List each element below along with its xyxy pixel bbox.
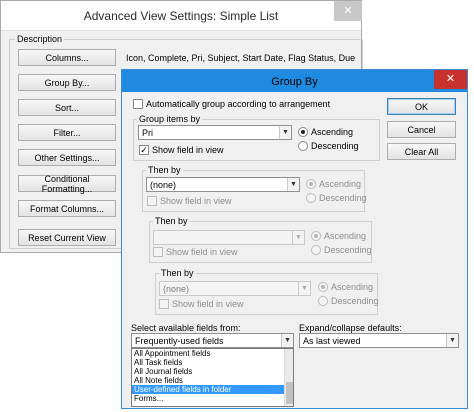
cancel-button[interactable]: Cancel	[387, 121, 456, 138]
descending-radio-1[interactable]	[298, 141, 308, 151]
advanced-close-button[interactable]: ✕	[334, 1, 362, 21]
ascending-label-3: Ascending	[324, 231, 367, 241]
chevron-down-icon[interactable]: ▼	[292, 231, 304, 244]
auto-group-label: Automatically group according to arrange…	[146, 99, 331, 109]
ascending-label-1: Ascending	[311, 127, 354, 137]
descending-label-1: Descending	[311, 141, 359, 151]
show-field-label-4: Show field in view	[172, 299, 244, 309]
chevron-down-icon[interactable]: ▼	[279, 126, 291, 139]
ascending-label-2: Ascending	[319, 179, 362, 189]
descending-label-3: Descending	[324, 245, 372, 255]
description-label: Description	[15, 34, 65, 44]
dropdown-scrollbar[interactable]	[284, 349, 293, 406]
ascending-radio-3[interactable]	[311, 231, 321, 241]
then-by-label-2: Then by	[146, 165, 183, 175]
columns-button[interactable]: Columns...	[18, 49, 116, 66]
select-fields-dropdown-list: All Appointment fields All Task fields A…	[131, 348, 294, 407]
filter-button[interactable]: Filter...	[18, 124, 116, 141]
ascending-radio-2[interactable]	[306, 179, 316, 189]
select-fields-value: Frequently-used fields	[135, 336, 224, 346]
reset-current-view-button[interactable]: Reset Current View	[18, 229, 116, 246]
chevron-down-icon[interactable]: ▼	[281, 334, 293, 347]
descending-radio-4[interactable]	[318, 296, 328, 306]
expand-collapse-value: As last viewed	[303, 336, 361, 346]
group-by-button[interactable]: Group By...	[18, 74, 116, 91]
select-fields-label: Select available fields from:	[131, 323, 241, 333]
dropdown-scroll-thumb[interactable]	[286, 382, 293, 404]
group-by-field-2[interactable]: (none) ▼	[146, 177, 300, 192]
group-by-field-3[interactable]: ▼	[153, 230, 305, 245]
descending-label-4: Descending	[331, 296, 379, 306]
ascending-radio-4[interactable]	[318, 282, 328, 292]
dropdown-option[interactable]: All Appointment fields	[132, 349, 293, 358]
format-columns-button[interactable]: Format Columns...	[18, 200, 116, 217]
show-field-label-2: Show field in view	[160, 196, 232, 206]
ascending-label-4: Ascending	[331, 282, 374, 292]
advanced-dialog-title: Advanced View Settings: Simple List	[83, 9, 279, 23]
dropdown-option[interactable]: All Journal fields	[132, 367, 293, 376]
group-by-close-button[interactable]: ✕	[434, 70, 467, 89]
ascending-radio-1[interactable]	[298, 127, 308, 137]
dropdown-option-selected[interactable]: User-defined fields in folder	[132, 385, 293, 394]
conditional-formatting-button[interactable]: Conditional Formatting...	[18, 174, 116, 194]
show-field-label-1: Show field in view	[152, 145, 224, 155]
clear-all-button[interactable]: Clear All	[387, 143, 456, 160]
descending-label-2: Descending	[319, 193, 367, 203]
descending-radio-2[interactable]	[306, 193, 316, 203]
show-field-checkbox-3[interactable]	[153, 247, 163, 257]
advanced-title-bar[interactable]: Advanced View Settings: Simple List ✕	[1, 1, 362, 31]
chevron-down-icon[interactable]: ▼	[446, 334, 458, 347]
group-by-field-2-value: (none)	[150, 180, 177, 190]
other-settings-button[interactable]: Other Settings...	[18, 149, 116, 166]
chevron-down-icon[interactable]: ▼	[298, 282, 310, 295]
group-by-field-4-value: (none)	[163, 284, 190, 294]
dropdown-option[interactable]: Forms...	[132, 394, 293, 403]
show-field-checkbox-4[interactable]	[159, 299, 169, 309]
sort-button[interactable]: Sort...	[18, 99, 116, 116]
select-fields-combo[interactable]: Frequently-used fields ▼	[131, 333, 294, 348]
show-field-checkbox-2[interactable]	[147, 196, 157, 206]
group-items-by-label: Group items by	[137, 114, 203, 124]
group-by-dialog-title: Group By	[271, 76, 318, 88]
group-by-field-4[interactable]: (none) ▼	[159, 281, 311, 296]
group-by-field-1-value: Pri	[142, 128, 153, 138]
then-by-label-4: Then by	[159, 268, 196, 278]
then-by-label-3: Then by	[153, 216, 190, 226]
group-by-dialog: Group By ✕ Automatically group according…	[121, 69, 468, 409]
group-by-title-bar[interactable]: Group By ✕	[122, 70, 467, 92]
descending-radio-3[interactable]	[311, 245, 321, 255]
group-by-field-1[interactable]: Pri ▼	[138, 125, 292, 140]
dropdown-option[interactable]: All Note fields	[132, 376, 293, 385]
auto-group-checkbox[interactable]	[133, 99, 143, 109]
expand-collapse-combo[interactable]: As last viewed ▼	[299, 333, 459, 348]
show-field-label-3: Show field in view	[166, 247, 238, 257]
dropdown-option[interactable]: All Task fields	[132, 358, 293, 367]
show-field-checkbox-1[interactable]: ✓	[139, 145, 149, 155]
expand-collapse-label: Expand/collapse defaults:	[299, 323, 402, 333]
columns-value: Icon, Complete, Pri, Subject, Start Date…	[126, 53, 358, 63]
ok-button[interactable]: OK	[387, 98, 456, 115]
chevron-down-icon[interactable]: ▼	[287, 178, 299, 191]
